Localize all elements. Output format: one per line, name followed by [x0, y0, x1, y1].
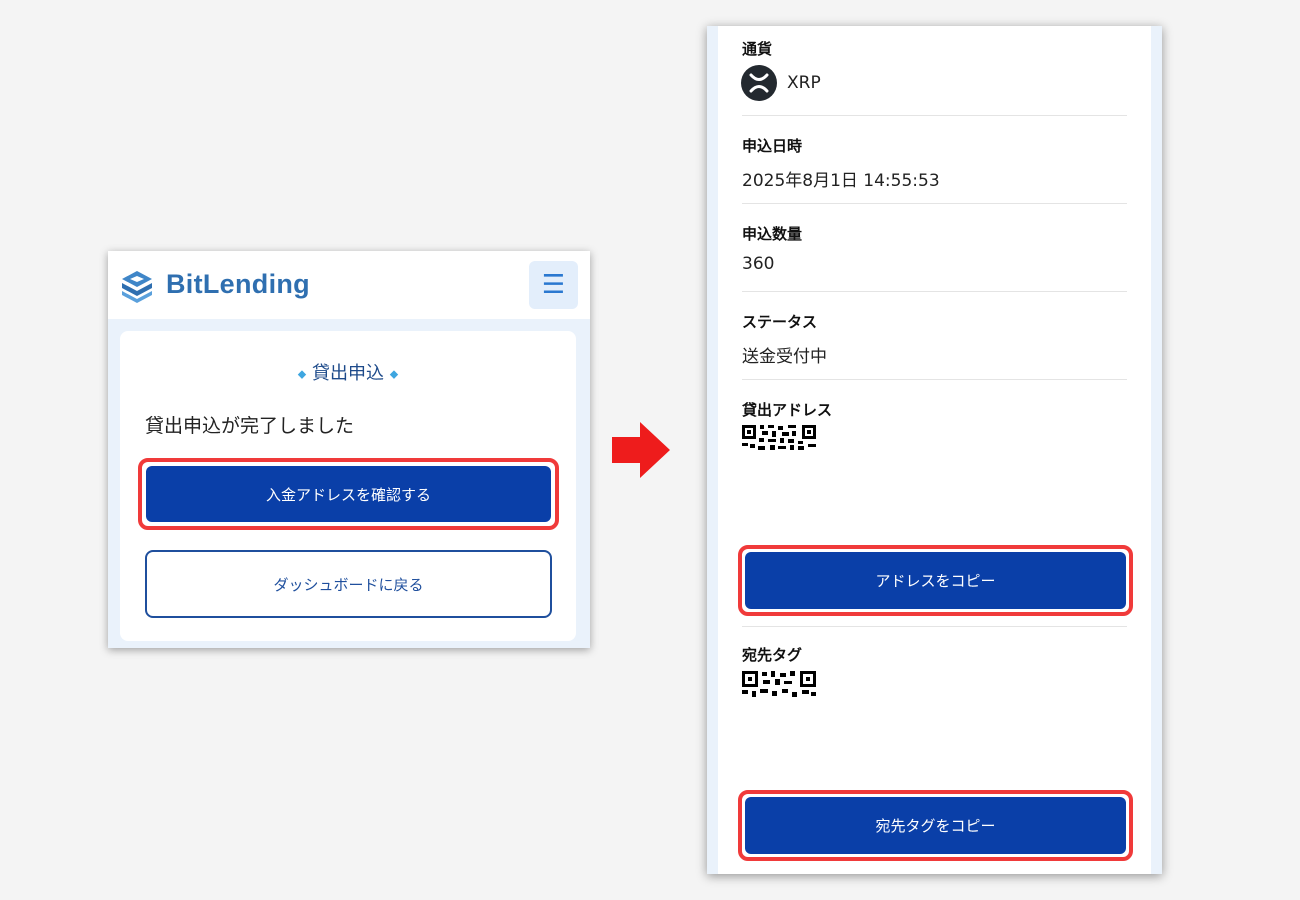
- diamond-icon: ◆: [297, 367, 307, 381]
- right-gutter: [1151, 26, 1162, 874]
- date-value: 2025年8月1日 14:55:53: [742, 171, 940, 191]
- amount-value: 360: [742, 254, 775, 274]
- card-title-text: 貸出申込: [312, 363, 384, 384]
- divider: [742, 291, 1127, 292]
- bitlending-logo-icon: [122, 271, 152, 303]
- status-label: ステータス: [742, 313, 818, 331]
- back-to-dashboard-button[interactable]: ダッシュボードに戻る: [145, 550, 552, 618]
- address-qr-code: [742, 425, 816, 451]
- divider: [742, 115, 1127, 116]
- menu-button[interactable]: ☰: [529, 261, 578, 309]
- card-title: ◆ 貸出申込 ◆: [120, 359, 576, 385]
- header-bar: BitLending ☰: [108, 251, 590, 319]
- copy-destination-tag-button[interactable]: 宛先タグをコピー: [745, 797, 1126, 854]
- deposit-address-screen: 通貨 XRP 申込日時 2025年8月1日 14:55:53 申込数量 360 …: [707, 26, 1162, 874]
- confirm-deposit-address-button[interactable]: 入金アドレスを確認する: [146, 466, 551, 522]
- divider: [742, 379, 1127, 380]
- hamburger-icon: ☰: [541, 270, 566, 300]
- divider: [742, 626, 1127, 627]
- copy-address-button[interactable]: アドレスをコピー: [745, 552, 1126, 609]
- destination-tag-label: 宛先タグ: [742, 646, 803, 664]
- currency-label: 通貨: [742, 40, 773, 58]
- completion-message: 貸出申込が完了しました: [145, 415, 355, 437]
- diamond-icon: ◆: [389, 367, 399, 381]
- status-value: 送金受付中: [742, 347, 827, 367]
- xrp-icon: [741, 65, 777, 101]
- amount-label: 申込数量: [742, 225, 803, 243]
- destination-tag-qr-code: [742, 671, 816, 697]
- divider: [742, 203, 1127, 204]
- date-label: 申込日時: [742, 137, 803, 155]
- left-gutter: [707, 26, 718, 874]
- right-arrow-icon: [612, 422, 670, 478]
- address-label: 貸出アドレス: [742, 401, 833, 419]
- currency-value: XRP: [787, 73, 821, 93]
- brand-logo-text: BitLending: [166, 269, 310, 299]
